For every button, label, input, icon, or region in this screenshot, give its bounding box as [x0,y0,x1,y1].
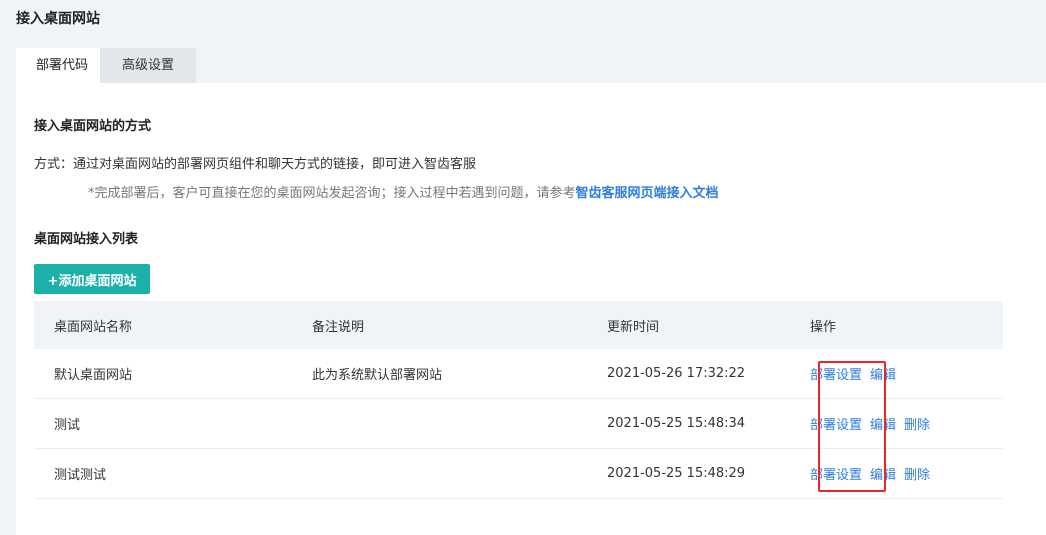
site-name: 测试 [54,418,81,433]
header-note: 备注说明 [312,319,365,335]
edit-link[interactable]: 编辑 [870,364,896,383]
row-actions: 部署设置 编辑 删除 [810,399,938,448]
header-site-name: 桌面网站名称 [54,319,133,335]
header-actions: 操作 [810,319,837,335]
page-title: 接入桌面网站 [16,11,100,27]
method-section-title: 接入桌面网站的方式 [34,119,152,134]
table-header: 桌面网站名称 备注说明 更新时间 操作 [34,301,1003,349]
row-actions: 部署设置 编辑 删除 [810,449,938,498]
site-update-time: 2021-05-25 15:48:34 [607,416,746,431]
site-note: 此为系统默认部署网站 [312,368,443,383]
method-description: 方式：通过对桌面网站的部署网页组件和聊天方式的链接，即可进入智齿客服 [34,157,477,172]
site-name: 测试测试 [54,468,107,483]
header-update-time: 更新时间 [607,319,660,335]
content-panel: 接入桌面网站的方式 方式：通过对桌面网站的部署网页组件和聊天方式的链接，即可进入… [16,83,1046,535]
deploy-note: *完成部署后，客户可直接在您的桌面网站发起咨询；接入过程中若遇到问题，请参考智齿… [88,182,719,201]
table-row: 测试测试 2021-05-25 15:48:29 部署设置 编辑 删除 [34,449,1003,499]
edit-link[interactable]: 编辑 [870,464,896,483]
access-doc-link[interactable]: 智齿客服网页端接入文档 [576,186,719,201]
tab-advanced-settings[interactable]: 高级设置 [100,48,196,83]
deploy-settings-link[interactable]: 部署设置 [810,364,862,383]
table-row: 测试 2021-05-25 15:48:34 部署设置 编辑 删除 [34,399,1003,449]
deploy-settings-link[interactable]: 部署设置 [810,414,862,433]
tab-bar: 部署代码 高级设置 [16,48,196,83]
row-actions: 部署设置 编辑 [810,349,904,398]
delete-link[interactable]: 删除 [904,414,930,433]
site-update-time: 2021-05-26 17:32:22 [607,366,746,381]
deploy-settings-link[interactable]: 部署设置 [810,464,862,483]
table-row: 默认桌面网站 此为系统默认部署网站 2021-05-26 17:32:22 部署… [34,349,1003,399]
edit-link[interactable]: 编辑 [870,414,896,433]
tab-deploy-code[interactable]: 部署代码 [16,48,100,83]
site-name: 默认桌面网站 [54,368,133,383]
deploy-note-text: *完成部署后，客户可直接在您的桌面网站发起咨询；接入过程中若遇到问题，请参考 [88,186,576,201]
list-section-title: 桌面网站接入列表 [34,232,139,247]
add-desktop-site-button[interactable]: +添加桌面网站 [34,264,150,294]
site-table: 桌面网站名称 备注说明 更新时间 操作 默认桌面网站 此为系统默认部署网站 20… [34,301,1003,499]
site-update-time: 2021-05-25 15:48:29 [607,466,746,481]
delete-link[interactable]: 删除 [904,464,930,483]
